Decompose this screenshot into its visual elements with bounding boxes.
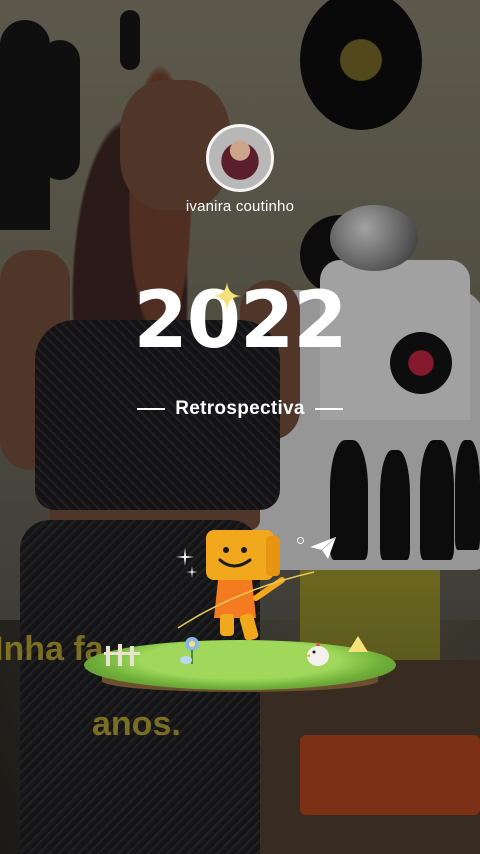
fence-icon <box>104 644 140 666</box>
sparkle-icon <box>348 636 368 652</box>
trail-line <box>177 571 315 629</box>
star-icon <box>176 548 194 566</box>
paper-plane-icon <box>310 537 336 559</box>
grass-island <box>84 630 396 698</box>
subtitle-row: Retrospectiva <box>0 398 480 420</box>
sparkle-icon <box>213 282 241 310</box>
divider-left <box>137 408 166 410</box>
story-header: ivanira coutinho <box>0 124 480 215</box>
caption-line-2: anos. <box>92 705 181 743</box>
story-screen: ivanira coutinho 2022 Retrospectiva Inha… <box>0 0 480 854</box>
subtitle: Retrospectiva <box>175 398 305 419</box>
username[interactable]: ivanira coutinho <box>0 198 480 215</box>
flower-icon <box>180 637 199 664</box>
avatar[interactable] <box>206 124 274 192</box>
divider-right <box>314 408 343 410</box>
chicken-icon <box>306 642 329 666</box>
bubble-icon <box>297 537 304 544</box>
